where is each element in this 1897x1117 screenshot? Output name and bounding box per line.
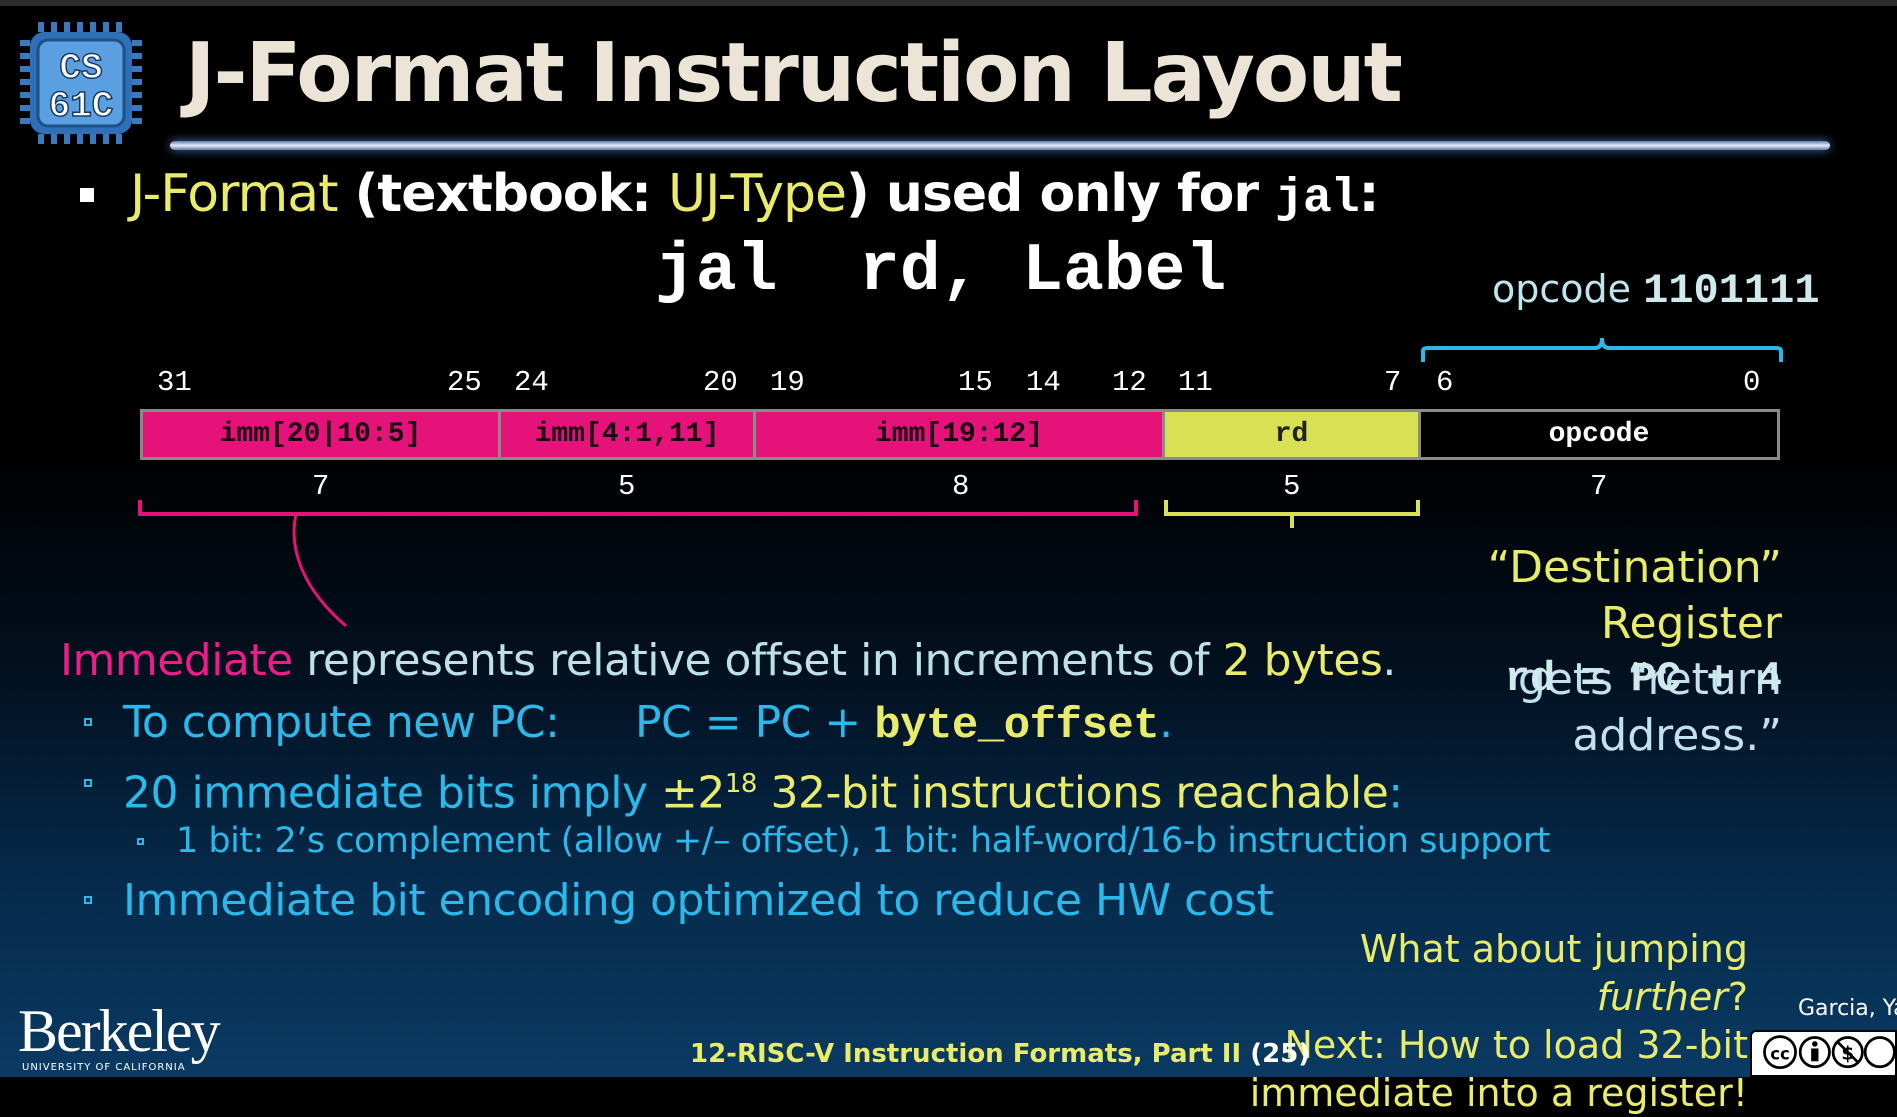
opcode-bracket: [1421, 337, 1783, 362]
q1-mark: ?: [1727, 975, 1748, 1019]
q1-further: further: [1596, 975, 1728, 1019]
immediate-desc-text: represents relative offset in increments…: [292, 635, 1223, 686]
sub-hw-cost: Immediate bit encoding optimized to redu…: [123, 875, 1274, 926]
jal-inline-code: jal: [1275, 172, 1359, 226]
berkeley-logo: Berkeley: [18, 998, 221, 1064]
q1-text: What about jumping: [1359, 927, 1748, 971]
field-imm-20-10-5: imm[20|10:5]: [140, 409, 501, 460]
bit-num-31: 31: [157, 366, 192, 399]
exponent-18: 18: [724, 769, 758, 799]
immediate-description: Immediate represents relative offset in …: [60, 633, 1396, 689]
logo-text-cs: CS: [59, 48, 102, 89]
question-line3: immediate into a register!: [1249, 1071, 1748, 1115]
opcode-text: opcode: [1492, 267, 1632, 311]
bullet-colon: :: [1358, 164, 1380, 224]
logo-text-61c: 61C: [49, 86, 114, 127]
pc-formula-period: .: [1159, 697, 1173, 748]
title-underline: [170, 141, 1830, 150]
bit-num-7: 7: [1384, 366, 1402, 399]
opcode-value-label: opcode 1101111: [1492, 266, 1820, 314]
uj-type-term: UJ-Type: [668, 164, 847, 224]
sub-compute-pc: To compute new PC:: [123, 697, 560, 748]
jal-syntax: jal rd, Label: [655, 233, 1227, 310]
field-opcode: opcode: [1418, 409, 1780, 460]
byte-offset-code: byte_offset: [874, 701, 1160, 751]
sub-bullet-2: [84, 779, 92, 787]
two-bytes-term: 2 bytes: [1222, 635, 1383, 686]
sub-sub-bullet: [137, 838, 144, 845]
field-imm-4-1-11: imm[4:1,11]: [498, 409, 756, 460]
textbook-prefix: (textbook:: [337, 164, 669, 224]
immediate-term: Immediate: [60, 635, 293, 686]
rd-equation: rd = PC + 4: [1504, 655, 1782, 703]
svg-text:cc: cc: [1770, 1044, 1790, 1063]
cs61c-logo: CS 61C: [20, 22, 142, 144]
slide-footer: 12-RISC-V Instruction Formats, Part II (…: [690, 1038, 1310, 1070]
page-number: (25): [1250, 1039, 1311, 1069]
field-brackets: [138, 500, 1420, 628]
bit-num-24: 24: [514, 366, 549, 399]
question-line1: What about jumping further?: [1200, 925, 1748, 1021]
used-only-text: ) used only for: [846, 164, 1276, 224]
sub-pc-formula: PC = PC + byte_offset.: [635, 695, 1173, 754]
immediate-period: .: [1382, 635, 1396, 686]
bit-num-0: 0: [1743, 366, 1761, 399]
field-rd: rd: [1162, 409, 1421, 460]
berkeley-subtitle: UNIVERSITY OF CALIFORNIA: [22, 1062, 186, 1073]
sub-sub-bit-support: 1 bit: 2’s complement (allow +/– offset)…: [176, 821, 1550, 861]
cc-by-nc-sa-icon: cc $: [1750, 1030, 1897, 1077]
imm-bits-text: 20 immediate bits imply: [123, 767, 661, 819]
next-question: What about jumping further? Next: How to…: [1200, 925, 1748, 1117]
bit-num-19: 19: [770, 366, 805, 399]
opcode-binary: 1101111: [1643, 267, 1820, 315]
slide-title: J-Format Instruction Layout: [185, 26, 1403, 121]
reachable-text: 32-bit instructions reachable: [756, 767, 1389, 819]
bullet-jformat: J-Format (textbook: UJ-Type) used only f…: [130, 162, 1380, 231]
jformat-term: J-Format: [130, 164, 338, 224]
bit-num-11: 11: [1178, 366, 1213, 399]
sub-immediate-bits: 20 immediate bits imply ±218 32-bit inst…: [123, 756, 1403, 822]
author-credit: Garcia, Yan: [1798, 996, 1897, 1021]
footer-text: 12-RISC-V Instruction Formats, Part II: [690, 1039, 1251, 1069]
bit-num-25: 25: [447, 366, 482, 399]
top-bar: [0, 0, 1897, 6]
pc-formula-text: PC = PC +: [635, 697, 875, 748]
width-opcode: 7: [1590, 470, 1608, 503]
bullet-square: [80, 188, 94, 202]
pm-two: ±2: [661, 767, 725, 819]
field-imm-19-12: imm[19:12]: [753, 409, 1165, 460]
bit-num-15: 15: [958, 366, 993, 399]
sub-bullet-1: [84, 718, 92, 726]
bit-num-12: 12: [1112, 366, 1147, 399]
sub-bullet-3: [84, 896, 92, 904]
bit-num-20: 20: [703, 366, 738, 399]
bit-num-6: 6: [1436, 366, 1454, 399]
bit-num-14: 14: [1026, 366, 1061, 399]
imm-bits-colon: :: [1388, 767, 1403, 819]
